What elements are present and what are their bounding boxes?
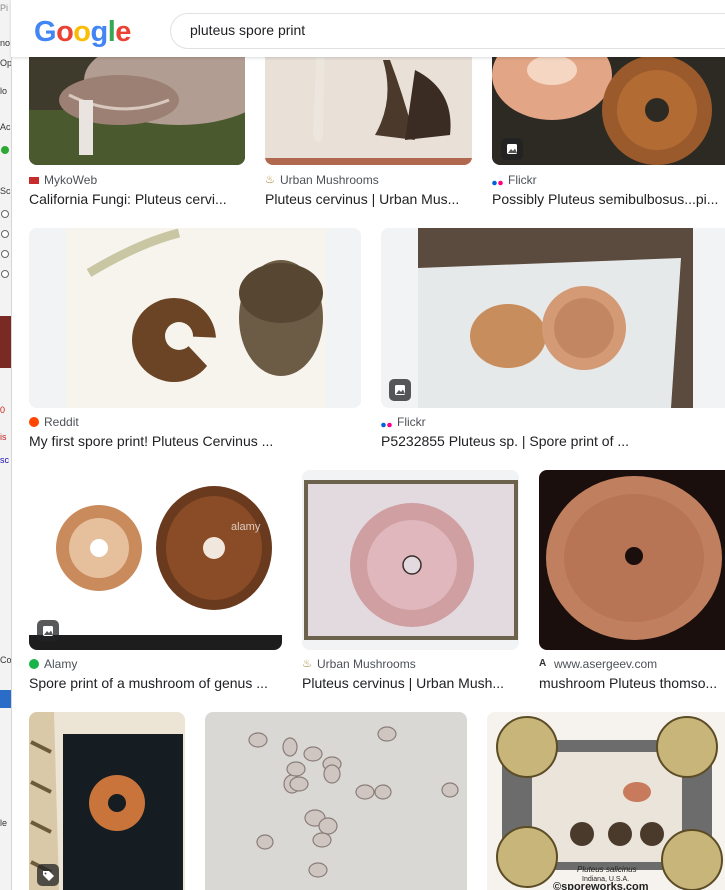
radio-icon[interactable]	[1, 210, 9, 218]
image-icon	[507, 144, 517, 154]
urban-mushrooms-favicon-icon: ♨	[302, 658, 312, 670]
logo-letter: o	[56, 16, 74, 48]
tag-icon	[43, 871, 54, 881]
image-badge	[389, 379, 411, 401]
logo-letter: G	[34, 16, 57, 48]
alamy-watermark: alamy	[231, 521, 261, 533]
image-icon	[43, 626, 53, 636]
result-thumbnail[interactable]	[29, 40, 245, 165]
result-source-label: MykoWeb	[44, 173, 98, 187]
result-thumbnail[interactable]: alamy	[29, 470, 282, 650]
logo-letter: e	[115, 16, 131, 48]
result-title[interactable]: Pluteus cervinus | Urban Mush...	[302, 675, 512, 691]
flickr-favicon-icon	[381, 417, 392, 428]
result-thumbnail[interactable]	[265, 40, 472, 165]
tag-badge	[37, 864, 59, 886]
side-text: Ac	[0, 122, 11, 132]
flickr-favicon-icon	[492, 175, 503, 186]
result-thumbnail[interactable]	[205, 712, 467, 890]
result-source[interactable]: MykoWeb	[29, 173, 245, 187]
search-input[interactable]	[190, 22, 690, 38]
side-image	[0, 316, 11, 368]
radio-icon[interactable]	[1, 270, 9, 278]
result-thumbnail[interactable]	[29, 228, 361, 408]
result-source[interactable]: Alamy	[29, 657, 282, 671]
mykoweb-favicon-icon	[29, 176, 39, 184]
result-thumbnail[interactable]	[29, 712, 185, 890]
side-text: Pi	[0, 3, 9, 13]
result-source[interactable]: A www.asergeev.com	[539, 657, 725, 671]
side-text: lo	[0, 86, 8, 96]
logo-letter: o	[73, 16, 91, 48]
google-logo[interactable]: Google	[34, 16, 131, 49]
result-title[interactable]: My first spore print! Pluteus Cervinus .…	[29, 433, 359, 449]
image-badge	[501, 138, 523, 160]
radio-icon[interactable]	[1, 250, 9, 258]
result-title[interactable]: Spore print of a mushroom of genus ...	[29, 675, 274, 691]
result-source[interactable]: Flickr	[381, 415, 721, 429]
side-text: no	[0, 38, 11, 48]
radio-icon[interactable]	[1, 230, 9, 238]
result-thumbnail[interactable]	[302, 470, 519, 650]
result-source-label: Urban Mushrooms	[317, 657, 416, 671]
side-text: Sc	[0, 186, 11, 196]
result-source-label: Alamy	[44, 657, 78, 671]
search-box[interactable]	[170, 13, 725, 49]
side-text: is	[0, 432, 7, 442]
result-thumbnail[interactable]	[492, 40, 725, 165]
result-title[interactable]: P5232855 Pluteus sp. | Spore print of ..…	[381, 433, 721, 449]
result-thumbnail[interactable]	[539, 470, 725, 650]
side-text: sc	[0, 455, 9, 465]
result-source[interactable]: Flickr	[492, 173, 722, 187]
result-title[interactable]: Possibly Pluteus semibulbosus...pi...	[492, 191, 722, 207]
side-text: Co	[0, 655, 11, 665]
result-source[interactable]: ♨ Urban Mushrooms	[302, 657, 519, 671]
thumb-watermark: ©sporeworks.com	[553, 881, 649, 890]
reddit-favicon-icon	[29, 417, 39, 427]
result-source[interactable]: Reddit	[29, 415, 359, 429]
result-thumbnail[interactable]: Pluteus salicinus Indiana, U.S.A. ©spore…	[487, 712, 725, 890]
side-text: le	[0, 818, 8, 828]
urban-mushrooms-favicon-icon: ♨	[265, 174, 275, 186]
side-text: Op	[0, 58, 11, 68]
status-dot-icon	[1, 146, 9, 154]
result-source-label: Flickr	[397, 415, 426, 429]
alamy-favicon-icon	[29, 659, 39, 669]
result-title[interactable]: mushroom Pluteus thomso...	[539, 675, 721, 691]
result-source-label: Reddit	[44, 415, 79, 429]
result-title[interactable]: Pluteus cervinus | Urban Mus...	[265, 191, 470, 207]
asergeev-favicon-icon: A	[539, 658, 547, 669]
result-source[interactable]: ♨ Urban Mushrooms	[265, 173, 472, 187]
result-title[interactable]: California Fungi: Pluteus cervi...	[29, 191, 237, 207]
search-header: Google	[11, 0, 725, 57]
image-icon	[395, 385, 405, 395]
side-text: 0	[0, 405, 6, 415]
result-source-label: www.asergeev.com	[554, 657, 658, 671]
side-panel-fragment: Pi no Op lo Ac Sc 0 is sc Co le	[0, 0, 12, 890]
result-source-label: Flickr	[508, 173, 537, 187]
thumb-caption: Pluteus salicinus	[577, 865, 637, 874]
result-source-label: Urban Mushrooms	[280, 173, 379, 187]
result-thumbnail[interactable]	[381, 228, 725, 408]
side-image	[0, 690, 11, 708]
image-badge	[37, 620, 59, 642]
logo-letter: g	[90, 16, 109, 48]
